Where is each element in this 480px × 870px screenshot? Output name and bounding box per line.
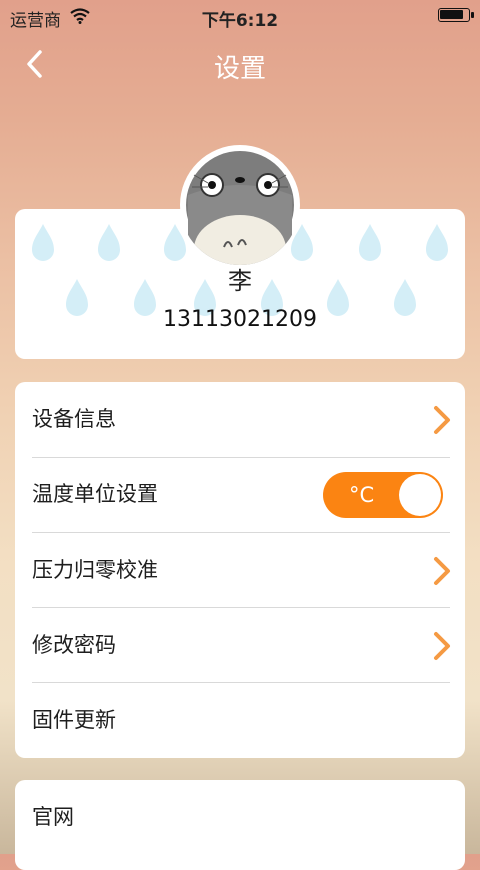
status-time: 下午6:12 xyxy=(201,11,279,31)
user-name: 李 xyxy=(228,267,252,295)
nav-bar: 设置 xyxy=(0,32,480,96)
menu-item-label: 修改密码 xyxy=(32,633,116,657)
battery-level xyxy=(440,10,463,19)
menu-item-firmware-update[interactable]: 固件更新 xyxy=(15,683,465,758)
battery-icon xyxy=(438,8,474,22)
menu-item-website[interactable]: 官网 xyxy=(15,780,465,855)
chevron-right-icon xyxy=(434,557,450,585)
chevron-right-icon xyxy=(434,632,450,660)
menu-item-label: 温度单位设置 xyxy=(32,482,158,506)
menu-item-device-info[interactable]: 设备信息 xyxy=(15,382,465,457)
status-bar: 运营商 下午6:12 xyxy=(0,0,480,32)
menu-item-pressure-calibration[interactable]: 压力归零校准 xyxy=(15,533,465,608)
user-phone: 13113021209 xyxy=(163,307,317,332)
menu-item-label: 固件更新 xyxy=(32,708,116,732)
page-title: 设置 xyxy=(213,54,266,84)
menu-item-temperature-unit: 温度单位设置 °C xyxy=(15,457,465,532)
settings-list: 设备信息 温度单位设置 °C 压力归零校准 修改密码 固件更新 xyxy=(15,382,465,758)
toggle-knob xyxy=(399,474,441,516)
links-list: 官网 xyxy=(15,780,465,870)
totoro-avatar-icon xyxy=(182,147,298,265)
chevron-right-icon xyxy=(434,406,450,434)
menu-item-change-password[interactable]: 修改密码 xyxy=(15,608,465,683)
menu-item-label: 设备信息 xyxy=(32,407,116,431)
menu-item-label: 官网 xyxy=(32,805,74,829)
avatar[interactable] xyxy=(180,145,300,265)
temperature-unit-toggle[interactable]: °C xyxy=(323,472,443,518)
temperature-unit-label: °C xyxy=(349,483,375,507)
menu-item-label: 压力归零校准 xyxy=(32,558,158,582)
